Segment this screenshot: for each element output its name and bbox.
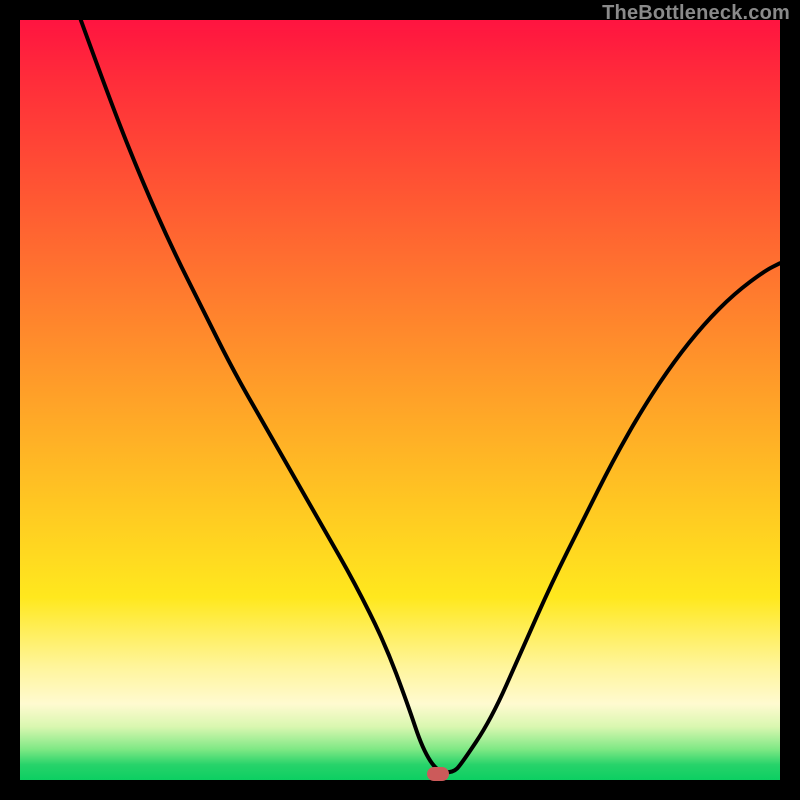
- bottleneck-curve: [81, 20, 780, 772]
- min-marker: [427, 767, 449, 781]
- chart-frame: TheBottleneck.com: [0, 0, 800, 800]
- watermark-text: TheBottleneck.com: [602, 2, 790, 25]
- curve-layer: [20, 20, 780, 780]
